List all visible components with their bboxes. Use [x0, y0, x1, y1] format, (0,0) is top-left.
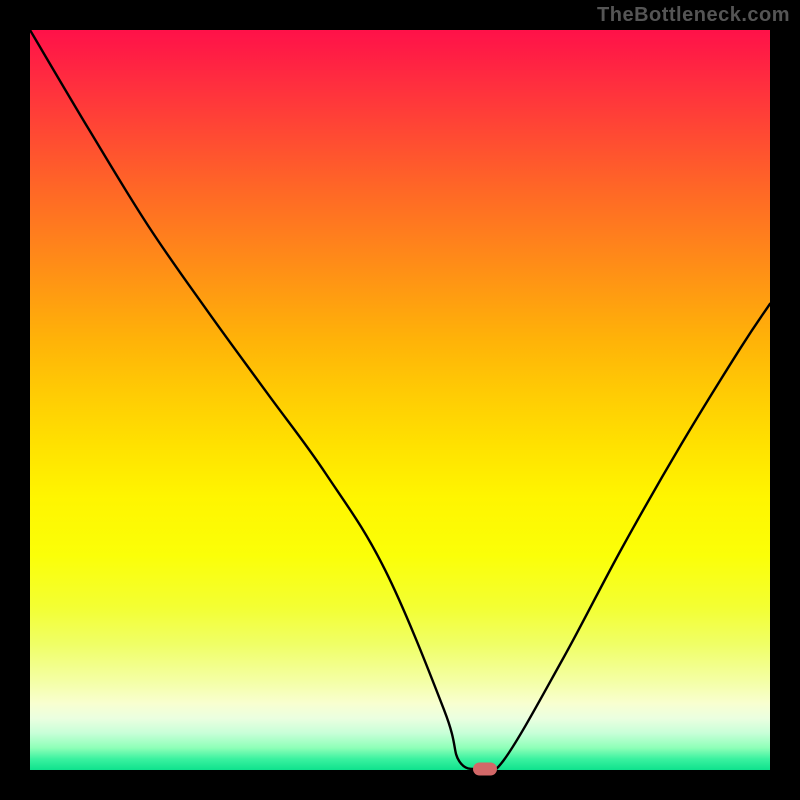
watermark-text: TheBottleneck.com — [597, 4, 790, 27]
optimal-point-marker — [473, 762, 497, 775]
bottleneck-curve — [30, 30, 770, 770]
chart-plot-area — [30, 30, 770, 770]
